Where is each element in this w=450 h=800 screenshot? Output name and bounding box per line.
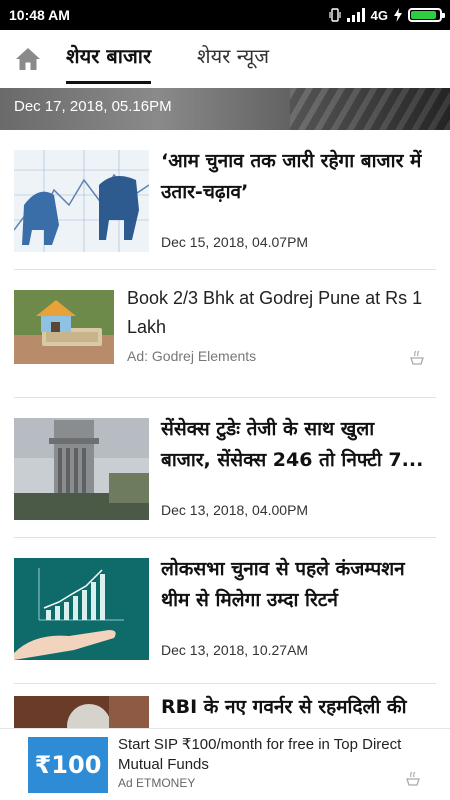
signal-icon [346,8,365,22]
home-button[interactable] [14,45,42,73]
vibrate-icon [329,8,341,22]
news-headline-line2: बाजार, सेंसेक्स 246 तो निफ्टी 7... [161,449,424,471]
news-date: Dec 13, 2018, 10.27AM [161,642,309,658]
ad-title: Start SIP ₹100/month for free in Top Dir… [118,736,402,773]
hero-date: Dec 17, 2018, 05.16PM [14,98,172,115]
house-money-icon [14,290,114,364]
bottom-banner-ad[interactable]: ₹100 Start SIP ₹100/month for free in To… [0,728,450,800]
status-bar: 10:48 AM 4G [0,0,450,30]
ad-title: Book 2/3 Bhk at Godrej Pune at Rs 1 Lakh [127,288,423,337]
ad-badge: ₹100 [28,737,108,793]
hero-banner[interactable]: Dec 17, 2018, 05.16PM [0,88,450,130]
status-time: 10:48 AM [9,7,70,23]
tab-bar: शेयर बाजार शेयर न्यूज [0,30,450,88]
network-type: 4G [370,7,388,23]
ad-choices-icon[interactable] [404,769,422,787]
status-icons: 4G [329,6,445,24]
list-item[interactable]: RBI के नए गवर्नर से रहमदिली की [14,684,436,734]
news-date: Dec 15, 2018, 04.07PM [161,234,309,250]
news-headline: ‘आम चुनाव तक जारी रहेगा बाजार में उतार-च… [161,150,422,203]
bull-bear-icon [14,150,149,252]
battery-icon [408,8,445,22]
ad-item[interactable]: Book 2/3 Bhk at Godrej Pune at Rs 1 Lakh… [14,270,436,398]
charging-icon [394,8,402,22]
tab-share-news[interactable]: शेयर न्यूज [197,42,269,84]
stock-exchange-building-icon [14,418,149,520]
list-item[interactable]: ‘आम चुनाव तक जारी रहेगा बाजार में उतार-च… [14,130,436,270]
news-headline-line1: सेंसेक्स टुडेः तेजी के साथ खुला [161,418,375,440]
list-item[interactable]: लोकसभा चुनाव से पहले कंजम्पशन थीम से मिल… [14,538,436,684]
growth-chart-hand-icon [14,558,149,660]
news-date: Dec 13, 2018, 04.00PM [161,502,309,518]
home-icon [16,48,40,70]
ad-choices-icon[interactable] [408,348,426,366]
list-item[interactable]: सेंसेक्स टुडेः तेजी के साथ खुला बाजार, स… [14,398,436,538]
ad-label: Ad: Godrej Elements [127,348,257,364]
person-photo-icon [14,696,149,732]
news-headline: RBI के नए गवर्नर से रहमदिली की [161,696,407,718]
ad-label: Ad ETMONEY [118,776,196,790]
news-headline: लोकसभा चुनाव से पहले कंजम्पशन थीम से मिल… [161,558,405,611]
tab-share-bazaar[interactable]: शेयर बाजार [66,42,152,84]
